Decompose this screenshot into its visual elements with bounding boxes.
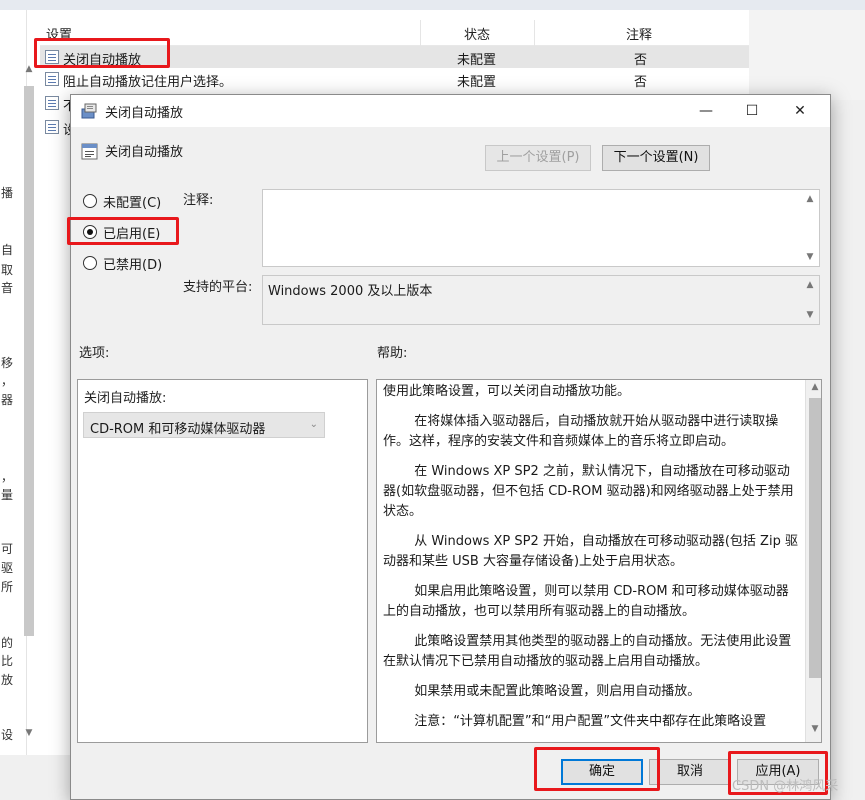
help-paragraph: 从 Windows XP SP2 开始，自动播放在可移动驱动器(包括 Zip 驱… xyxy=(383,534,798,569)
settings-row-partial[interactable]: 设 xyxy=(40,116,76,138)
radio-label: 未配置(C) xyxy=(103,195,162,211)
radio-circle-checked[interactable] xyxy=(83,225,97,239)
row-state: 未配置 xyxy=(457,53,497,68)
help-paragraph: 在将媒体插入驱动器后，自动播放就开始从驱动器中进行读取操作。这样，程序的安装文件… xyxy=(383,414,779,449)
bg-text-fragment: 音 xyxy=(0,281,13,295)
radio-enabled[interactable]: 已启用(E) xyxy=(83,222,160,242)
help-paragraph: 在 Windows XP SP2 之前，默认情况下，自动播放在可移动驱动器(如软… xyxy=(383,464,794,519)
radio-circle[interactable] xyxy=(83,256,97,270)
scroll-up-arrow-icon[interactable]: ▲ xyxy=(808,382,821,392)
scroll-down-arrow-icon[interactable]: ▼ xyxy=(22,728,36,738)
row-setting-name: 阻止自动播放记住用户选择。 xyxy=(63,75,233,90)
settings-row-partial[interactable]: 不 xyxy=(40,92,76,114)
help-scrollbar[interactable]: ▲ ▼ xyxy=(805,380,821,742)
close-button[interactable]: ✕ xyxy=(777,95,823,127)
bg-text-fragment: 移 xyxy=(0,356,13,370)
column-header-comment[interactable]: 注释 xyxy=(626,24,652,43)
bg-text-fragment: 所 xyxy=(0,580,13,594)
bg-text-fragment: 可 xyxy=(0,542,13,556)
previous-setting-button[interactable]: 上一个设置(P) xyxy=(485,145,591,171)
options-label: 选项: xyxy=(79,346,110,361)
scroll-up-arrow-icon: ▲ xyxy=(806,280,814,290)
dialog-title: 关闭自动播放 xyxy=(105,106,184,121)
bg-text-fragment: 自 xyxy=(0,243,13,257)
bg-text-fragment: 播 xyxy=(0,186,13,200)
platform-field: Windows 2000 及以上版本 ▲ ▼ xyxy=(262,275,820,325)
row-setting-name: 关闭自动播放 xyxy=(63,53,142,68)
maximize-button[interactable]: ☐ xyxy=(729,95,775,127)
scroll-up-arrow-icon[interactable]: ▲ xyxy=(803,194,817,204)
scroll-down-arrow-icon[interactable]: ▼ xyxy=(808,724,821,734)
policy-setting-dialog: 关闭自动播放 — ☐ ✕ 关闭自动播放 上一个设置(P) 下一个设置(N) 未配… xyxy=(67,94,831,800)
radio-not-configured[interactable]: 未配置(C) xyxy=(83,191,161,211)
help-paragraph: 此策略设置禁用其他类型的驱动器上的自动播放。无法使用此设置在默认情况下已禁用自动… xyxy=(383,634,792,669)
policy-setting-icon xyxy=(81,143,98,160)
watermark: CSDN @林鸿风采 xyxy=(732,779,839,794)
autoplay-option-label: 关闭自动播放: xyxy=(84,391,167,406)
ok-button[interactable]: 确定 xyxy=(561,759,643,785)
policy-setting-icon xyxy=(45,72,59,86)
column-header-setting[interactable]: 设置 xyxy=(46,24,72,43)
radio-label: 已启用(E) xyxy=(103,226,161,242)
help-paragraph: 使用此策略设置，可以关闭自动播放功能。 xyxy=(383,384,631,399)
bg-text-fragment: 设 xyxy=(0,728,13,742)
help-panel: 使用此策略设置，可以关闭自动播放功能。 在将媒体插入驱动器后，自动播放就开始从驱… xyxy=(376,379,822,743)
policy-name: 关闭自动播放 xyxy=(105,145,184,160)
bg-text-fragment: 驱 xyxy=(0,561,13,575)
autoplay-drive-value: CD-ROM 和可移动媒体驱动器 xyxy=(90,422,266,437)
column-divider[interactable] xyxy=(534,20,535,46)
autoplay-drive-select[interactable]: CD-ROM 和可移动媒体驱动器 ⌄ xyxy=(83,412,325,438)
help-text: 使用此策略设置，可以关闭自动播放功能。 在将媒体插入驱动器后，自动播放就开始从驱… xyxy=(383,382,798,742)
radio-label: 已禁用(D) xyxy=(103,257,163,273)
cancel-button[interactable]: 取消 xyxy=(649,759,731,785)
chevron-down-icon: ⌄ xyxy=(309,419,318,430)
settings-row-prevent-autoplay-remember[interactable]: 阻止自动播放记住用户选择。 未配置 否 xyxy=(40,68,749,90)
bg-text-fragment: 比 xyxy=(0,654,13,668)
radio-disabled[interactable]: 已禁用(D) xyxy=(83,253,162,273)
minimize-button[interactable]: — xyxy=(683,95,729,127)
row-comment: 否 xyxy=(634,75,648,90)
row-comment: 否 xyxy=(634,53,648,68)
scroll-up-arrow-icon[interactable]: ▲ xyxy=(22,64,36,74)
bg-text-fragment: 放 xyxy=(0,673,13,687)
bg-text-fragment: ， xyxy=(0,374,13,388)
column-header-state[interactable]: 状态 xyxy=(464,24,490,43)
platform-label: 支持的平台: xyxy=(183,280,253,295)
next-setting-button[interactable]: 下一个设置(N) xyxy=(602,145,710,171)
policy-setting-icon xyxy=(45,50,59,64)
dialog-title-bar[interactable]: 关闭自动播放 — ☐ ✕ xyxy=(71,95,830,127)
policy-setting-icon xyxy=(45,96,59,110)
settings-row-turn-off-autoplay[interactable]: 关闭自动播放 未配置 否 xyxy=(40,46,749,68)
bg-text-fragment: ， xyxy=(0,470,13,484)
options-panel: 关闭自动播放: CD-ROM 和可移动媒体驱动器 ⌄ xyxy=(77,379,368,743)
bg-text-fragment: 器 xyxy=(0,393,13,407)
platform-value: Windows 2000 及以上版本 xyxy=(268,284,433,299)
radio-circle[interactable] xyxy=(83,194,97,208)
comment-label: 注释: xyxy=(183,193,214,208)
comment-textarea[interactable]: ▲ ▼ xyxy=(262,189,820,267)
help-label: 帮助: xyxy=(377,346,408,361)
help-paragraph: 如果启用此策略设置，则可以禁用 CD-ROM 和可移动媒体驱动器上的自动播放，也… xyxy=(383,584,789,619)
settings-list-scroll-thumb[interactable] xyxy=(24,86,34,636)
help-paragraph: 注意：“计算机配置”和“用户配置”文件夹中都存在此策略设置 xyxy=(414,714,767,729)
scroll-down-arrow-icon[interactable]: ▼ xyxy=(803,252,817,262)
background-right-pane xyxy=(749,10,865,100)
scroll-down-arrow-icon: ▼ xyxy=(806,310,814,320)
help-paragraph: 如果禁用或未配置此策略设置，则启用自动播放。 xyxy=(414,684,701,699)
bg-text-fragment: 取 xyxy=(0,263,13,277)
help-scroll-thumb[interactable] xyxy=(809,398,821,678)
policy-app-icon xyxy=(81,103,97,119)
column-divider[interactable] xyxy=(420,20,421,46)
policy-setting-icon xyxy=(45,120,59,134)
background-top-bar xyxy=(0,0,865,10)
row-state: 未配置 xyxy=(457,75,497,90)
bg-text-fragment: 的 xyxy=(0,636,13,650)
bg-text-fragment: 量 xyxy=(0,488,13,502)
